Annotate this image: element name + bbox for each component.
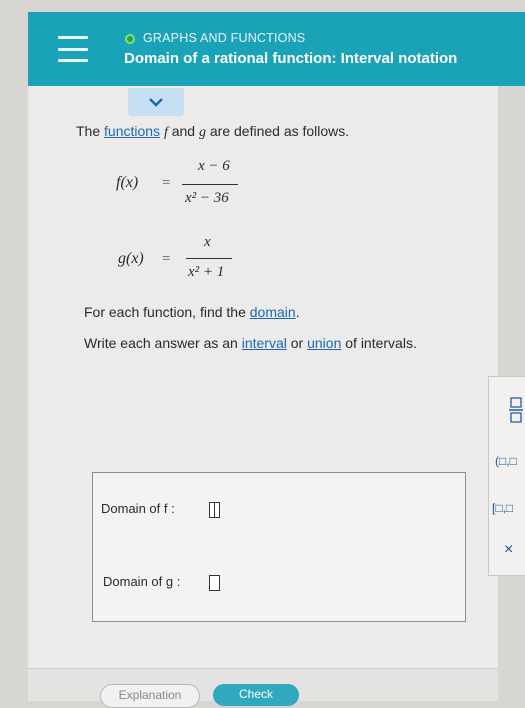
functions-link[interactable]: functions (104, 123, 160, 139)
text-cursor (214, 503, 215, 517)
f-equals: = (162, 175, 171, 191)
intro-sentence: The functions f and g are defined as fol… (76, 123, 349, 141)
instruction1-suffix: . (295, 304, 300, 320)
topic-title: Domain of a rational function: Interval … (124, 50, 458, 67)
collapse-button[interactable] (128, 88, 184, 116)
domain-link[interactable]: domain (250, 304, 296, 320)
intro-and: and (171, 123, 196, 139)
g-equals: = (162, 251, 171, 267)
close-icon[interactable]: × (504, 541, 513, 559)
header-bar: GRAPHS AND FUNCTIONS Domain of a rationa… (28, 12, 525, 86)
math-tool-panel: (□,□ [□,□ × (488, 376, 525, 576)
fraction-icon[interactable] (509, 397, 523, 423)
intro-f: f (163, 125, 168, 140)
intro-g: g (198, 125, 206, 140)
status-dot-icon (125, 34, 135, 44)
chevron-down-icon (149, 98, 163, 107)
domain-g-label: Domain of g : (103, 574, 181, 589)
g-fraction-bar (186, 258, 232, 259)
interval-link[interactable]: interval (242, 335, 287, 351)
domain-g-input[interactable] (209, 575, 220, 591)
menu-icon[interactable] (58, 36, 88, 62)
action-bar: Explanation Check (28, 668, 498, 708)
closed-interval-button[interactable]: [□,□ (492, 501, 513, 515)
g-numerator: x (204, 234, 211, 250)
instruction2-or: or (290, 335, 304, 351)
problem-content: The functions f and g are defined as fol… (28, 86, 498, 708)
f-numerator: x − 6 (198, 158, 230, 174)
explanation-button[interactable]: Explanation (100, 684, 200, 708)
instruction-domain: For each function, find the domain. (84, 304, 300, 320)
answer-box: Domain of f : Domain of g : (92, 472, 466, 622)
g-label: g(x) (118, 250, 144, 267)
domain-f-label: Domain of f : (101, 501, 175, 516)
check-button[interactable]: Check (213, 684, 299, 706)
g-denominator: x² + 1 (188, 264, 225, 280)
f-label: f(x) (116, 174, 139, 191)
union-link[interactable]: union (307, 335, 341, 351)
instruction2-suffix: of intervals. (345, 335, 417, 351)
section-label: GRAPHS AND FUNCTIONS (143, 31, 306, 45)
f-fraction-bar (182, 184, 238, 185)
instruction1-prefix: For each function, find the (84, 304, 246, 320)
f-denominator: x² − 36 (185, 190, 229, 206)
intro-suffix: are defined as follows. (209, 123, 350, 139)
instruction2-prefix: Write each answer as an (84, 335, 238, 351)
open-interval-button[interactable]: (□,□ (495, 454, 517, 468)
instruction-format: Write each answer as an interval or unio… (84, 335, 417, 351)
intro-prefix: The (76, 123, 101, 139)
